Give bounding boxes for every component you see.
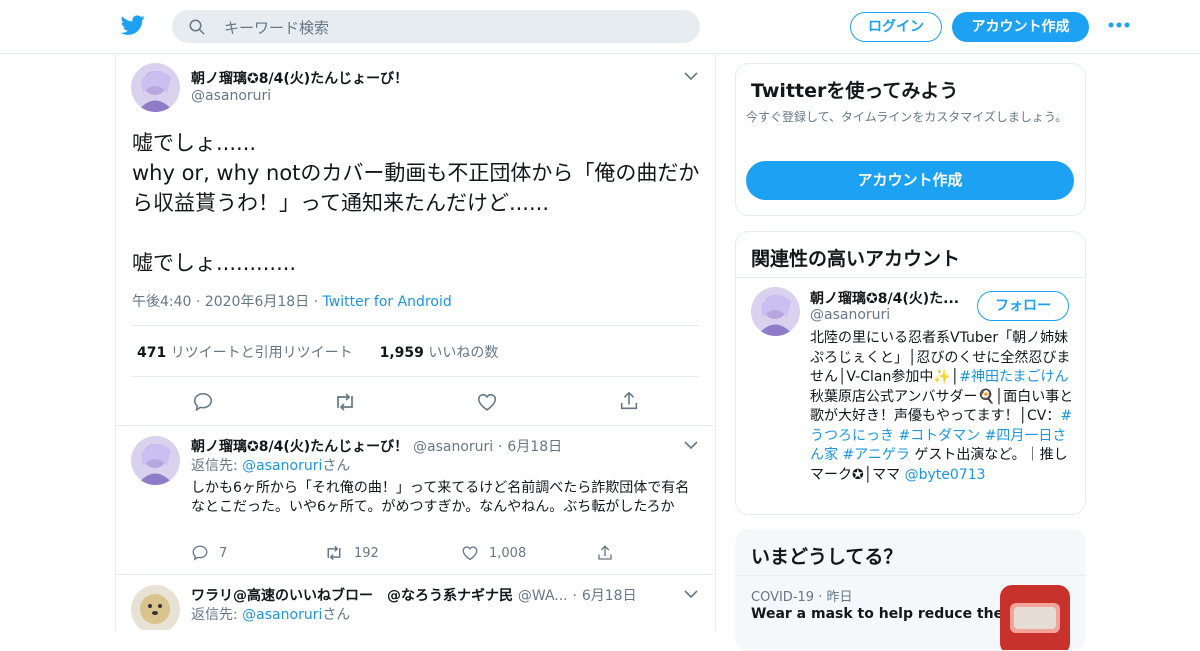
- reply-author-name[interactable]: 朝ノ瑠璃✪8/4(火)たんじょーび！: [191, 439, 408, 455]
- tweet-time[interactable]: 午後4:40: [132, 294, 191, 310]
- share-icon[interactable]: [618, 390, 640, 412]
- hashtag-link[interactable]: #神田たまごけん: [959, 369, 1068, 385]
- reply-tweet[interactable]: ワラリ@高速のいいねブロー @なろう系ナギナ民 @WA... · 6月18日 返…: [116, 575, 715, 630]
- trend-thumbnail-image[interactable]: [1000, 585, 1070, 650]
- tweet-author-name[interactable]: 朝ノ瑠璃✪8/4(火)たんじょーび！: [191, 68, 408, 88]
- chevron-down-icon[interactable]: [684, 440, 698, 450]
- avatar[interactable]: [131, 63, 180, 112]
- likes-stat[interactable]: 1,959 いいねの数: [380, 345, 499, 361]
- reply-author-handle[interactable]: @WA...: [518, 588, 568, 604]
- signup-card: Twitterを使ってみよう 今すぐ登録して、タイムラインをカスタマイズしましょ…: [735, 63, 1086, 216]
- related-account-name[interactable]: 朝ノ瑠璃✪8/4(火)た...: [810, 288, 959, 308]
- mention-link[interactable]: @byte0713: [905, 467, 986, 483]
- reply-actions: 7 192 1,008: [191, 544, 651, 564]
- retweets-stat[interactable]: 471 リツイートと引用リツイート: [137, 345, 353, 361]
- related-card-title: 関連性の高いアカウント: [751, 248, 961, 270]
- divider: [736, 575, 1085, 576]
- trend-meta: COVID-19 · 昨日: [751, 590, 853, 605]
- twitter-bird-logo-icon[interactable]: [120, 13, 146, 37]
- login-button[interactable]: ログイン: [850, 12, 942, 42]
- reply-author-line: 朝ノ瑠璃✪8/4(火)たんじょーび！ @asanoruri · 6月18日: [191, 439, 563, 455]
- tweet-meta: 午後4:40 · 2020年6月18日 · Twitter for Androi…: [132, 294, 452, 310]
- tweet-text: 嘘でしょ...... why or, why notのカバー動画も不正団体から「…: [132, 131, 700, 275]
- retweet-icon[interactable]: [333, 391, 357, 413]
- search-bar[interactable]: [172, 10, 700, 45]
- reply-to-line: 返信先: @asanoruriさん: [191, 458, 351, 474]
- tweet-source-link[interactable]: Twitter for Android: [323, 294, 452, 310]
- trend-headline[interactable]: Wear a mask to help reduce the: [751, 606, 1003, 622]
- tweet-author-handle[interactable]: @asanoruri: [191, 88, 271, 104]
- reply-text: しかも6ヶ所から「それ俺の曲！」って来てるけど名前調べたら詐欺団体で有名なとこだ…: [191, 480, 690, 515]
- signup-button[interactable]: アカウント作成: [952, 12, 1089, 42]
- retweet-icon: [327, 545, 341, 561]
- follow-button[interactable]: フォロー: [977, 291, 1069, 321]
- trends-card-title: いまどうしてる？: [751, 546, 903, 568]
- share-action[interactable]: [596, 544, 614, 562]
- retweet-count-action[interactable]: 192: [324, 544, 379, 562]
- trend-time: 昨日: [826, 590, 853, 605]
- share-icon: [598, 545, 612, 560]
- reply-author-line: ワラリ@高速のいいねブロー @なろう系ナギナ民 @WA... · 6月18日: [191, 588, 637, 604]
- reply-author-name[interactable]: ワラリ@高速のいいねブロー @なろう系ナギナ民: [191, 588, 513, 604]
- tweet-stats: 471 リツイートと引用リツイート 1,959 いいねの数: [137, 342, 498, 362]
- avatar[interactable]: [751, 287, 800, 336]
- divider: [736, 277, 1085, 278]
- reply-author-handle[interactable]: @asanoruri: [413, 439, 493, 455]
- hashtag-link[interactable]: #コトダマン: [898, 428, 980, 444]
- like-count-action[interactable]: 1,008: [461, 544, 526, 562]
- signup-card-subtitle: 今すぐ登録して、タイムラインをカスタマイズしましょう。: [746, 110, 1068, 124]
- signup-card-button[interactable]: アカウント作成: [746, 161, 1074, 200]
- related-account-bio: 北陸の里にいる忍者系VTuber「朝ノ姉妹ぷろじぇくと」│忍びのくせに全然忍びま…: [810, 330, 1074, 483]
- signup-card-title: Twitterを使ってみよう: [751, 80, 959, 102]
- divider: [131, 325, 699, 326]
- avatar[interactable]: [131, 585, 180, 630]
- hashtag-link[interactable]: #アニゲラ: [842, 447, 909, 463]
- search-input[interactable]: [222, 10, 686, 45]
- avatar[interactable]: [131, 436, 180, 485]
- reply-icon: [192, 545, 208, 561]
- reply-icon[interactable]: [192, 391, 214, 413]
- like-heart-icon[interactable]: [476, 391, 498, 413]
- trends-card: いまどうしてる？ COVID-19 · 昨日 Wear a mask to he…: [735, 529, 1086, 651]
- trend-category: COVID-19: [751, 590, 815, 605]
- reply-count-action[interactable]: 7: [191, 544, 227, 562]
- tweet-date[interactable]: 2020年6月18日: [205, 294, 309, 310]
- reply-date[interactable]: 6月18日: [507, 439, 562, 455]
- tweet-actions: [116, 389, 715, 415]
- reply-to-line: 返信先: @asanoruriさん: [191, 607, 351, 623]
- related-accounts-card: 関連性の高いアカウント 朝ノ瑠璃✪8/4(火)た... @asanoruri フ…: [735, 231, 1086, 515]
- like-heart-icon: [462, 546, 478, 561]
- reply-date[interactable]: 6月18日: [582, 588, 637, 604]
- chevron-down-icon[interactable]: [684, 589, 698, 599]
- timeline-column: 朝ノ瑠璃✪8/4(火)たんじょーび！ @asanoruri 嘘でしょ......…: [115, 53, 716, 630]
- divider: [131, 376, 699, 377]
- related-account-handle[interactable]: @asanoruri: [810, 307, 890, 323]
- reply-to-link[interactable]: @asanoruri: [242, 607, 322, 623]
- search-icon: [189, 19, 205, 35]
- reply-to-link[interactable]: @asanoruri: [242, 458, 322, 474]
- chevron-down-icon[interactable]: [684, 71, 698, 81]
- more-options-icon[interactable]: [1108, 19, 1130, 31]
- top-nav-bar: ログイン アカウント作成: [0, 0, 1200, 54]
